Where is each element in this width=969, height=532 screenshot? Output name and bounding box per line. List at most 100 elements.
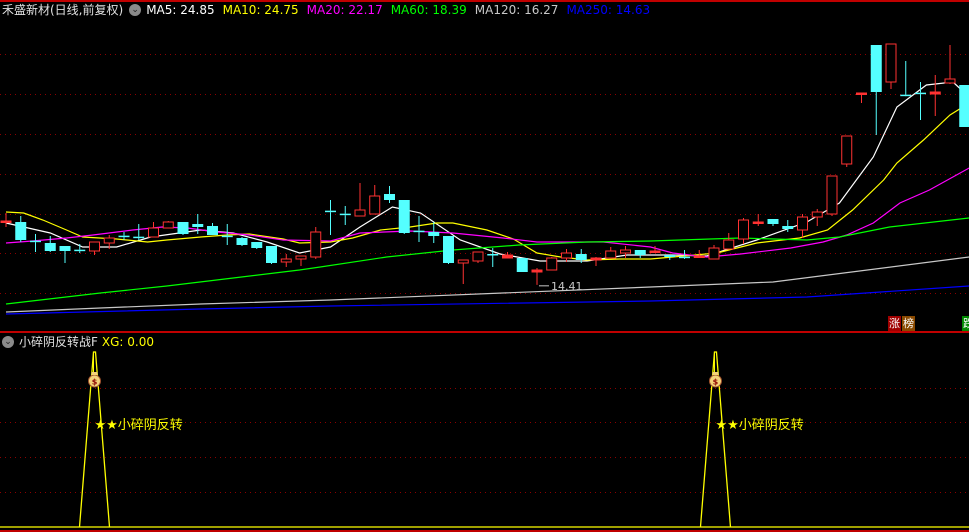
candle-body xyxy=(885,43,897,83)
candle-body xyxy=(354,209,366,217)
candle xyxy=(0,213,12,227)
candle-body xyxy=(679,256,690,259)
candle xyxy=(738,218,749,244)
candle-body xyxy=(133,236,145,239)
candle xyxy=(177,222,189,235)
ma-legend-item: MA250: 14.63 xyxy=(566,3,651,17)
candle-body xyxy=(620,249,631,254)
candle xyxy=(413,216,425,242)
candle-body xyxy=(856,92,867,95)
tag-rank[interactable]: 榜 xyxy=(902,316,915,331)
candle xyxy=(398,200,410,234)
candle xyxy=(162,221,174,229)
candle xyxy=(487,248,499,267)
candle xyxy=(885,43,897,89)
candle-body xyxy=(443,236,454,263)
candle xyxy=(797,214,808,238)
candle-body xyxy=(767,219,779,224)
candle-body xyxy=(177,222,189,234)
candle-body xyxy=(590,257,602,261)
candle xyxy=(339,206,351,225)
candle xyxy=(280,254,292,267)
candle-body xyxy=(236,238,248,245)
candle-body xyxy=(44,243,56,251)
candle xyxy=(959,85,969,127)
candle xyxy=(841,135,853,167)
candle-body xyxy=(826,175,838,215)
candle xyxy=(354,183,366,217)
candle-body xyxy=(15,222,27,240)
candle xyxy=(531,268,543,285)
candle-body xyxy=(369,195,381,215)
candle-body xyxy=(59,246,71,251)
signal-label: ★★小碎阴反转 xyxy=(94,418,183,433)
candle-body xyxy=(30,240,41,243)
candle-body xyxy=(915,92,926,95)
chevron-down-icon[interactable]: ⌄ xyxy=(2,336,14,348)
candle xyxy=(870,45,882,135)
candle xyxy=(74,244,86,253)
stock-chart[interactable]: 14.41 $ $ xyxy=(0,0,969,532)
candle-body xyxy=(295,255,307,260)
candle-body xyxy=(192,224,204,227)
candle xyxy=(811,209,823,226)
tag-rise[interactable]: 涨 xyxy=(888,316,901,331)
candle-body xyxy=(148,227,159,238)
candle-body xyxy=(738,219,749,240)
candle-body xyxy=(693,255,705,258)
candle-body xyxy=(118,235,130,238)
money-bag-neck xyxy=(91,372,98,375)
candle xyxy=(472,251,484,263)
candle xyxy=(44,236,56,252)
low-price-label: 14.41 xyxy=(551,280,583,293)
candle xyxy=(266,246,277,264)
candle xyxy=(30,234,41,252)
candle-body xyxy=(575,254,587,260)
candle-body xyxy=(797,216,808,231)
candle xyxy=(915,82,926,120)
ma-legend-item: MA10: 24.75 xyxy=(222,3,299,17)
candle xyxy=(251,242,263,249)
ma-legend-item: MA120: 16.27 xyxy=(474,3,559,17)
candle-body xyxy=(516,258,528,272)
candle xyxy=(457,259,469,284)
main-panel-header: 禾盛新材(日线,前复权) ⌄ MA5: 24.85 MA10: 24.75 MA20… xyxy=(2,1,658,19)
candle-body xyxy=(634,250,646,255)
candle-body xyxy=(870,45,882,92)
candle-body xyxy=(959,85,969,127)
candle xyxy=(369,185,381,215)
candle-body xyxy=(103,237,115,244)
candle xyxy=(767,219,779,226)
candle xyxy=(929,75,941,116)
candle-body xyxy=(900,94,912,97)
candle xyxy=(590,257,602,266)
candle-body xyxy=(561,252,572,259)
candle xyxy=(723,233,735,250)
signal-label: ★★小碎阴反转 xyxy=(715,418,804,433)
candle-body xyxy=(162,221,174,229)
tag-fall[interactable]: 跌 xyxy=(962,316,969,331)
ma-line-ma250 xyxy=(5,285,969,315)
candle-body xyxy=(266,246,277,263)
candle-body xyxy=(398,200,410,233)
candle-body xyxy=(457,259,469,264)
candle xyxy=(502,252,513,259)
candle-body xyxy=(384,194,395,200)
candle-body xyxy=(944,78,956,84)
candle xyxy=(900,61,912,97)
candle xyxy=(546,257,558,271)
candle-body xyxy=(207,226,218,235)
candle-body xyxy=(487,254,499,256)
candle-body xyxy=(841,135,853,165)
candle-body xyxy=(325,210,336,213)
ma-legend-item: MA20: 22.17 xyxy=(306,3,383,17)
candle-body xyxy=(413,230,425,233)
ma-legend-item: MA60: 18.39 xyxy=(390,3,467,17)
chevron-down-icon[interactable]: ⌄ xyxy=(129,4,142,16)
main-panel-title: 禾盛新材(日线,前复权) xyxy=(2,3,124,17)
candle-body xyxy=(649,250,661,253)
ma-legend: MA5: 24.85 MA10: 24.75 MA20: 22.17 MA60: 18… xyxy=(146,1,658,19)
ma-legend-item: MA5: 24.85 xyxy=(146,3,215,17)
candle-body xyxy=(546,257,558,271)
candle xyxy=(59,246,71,263)
